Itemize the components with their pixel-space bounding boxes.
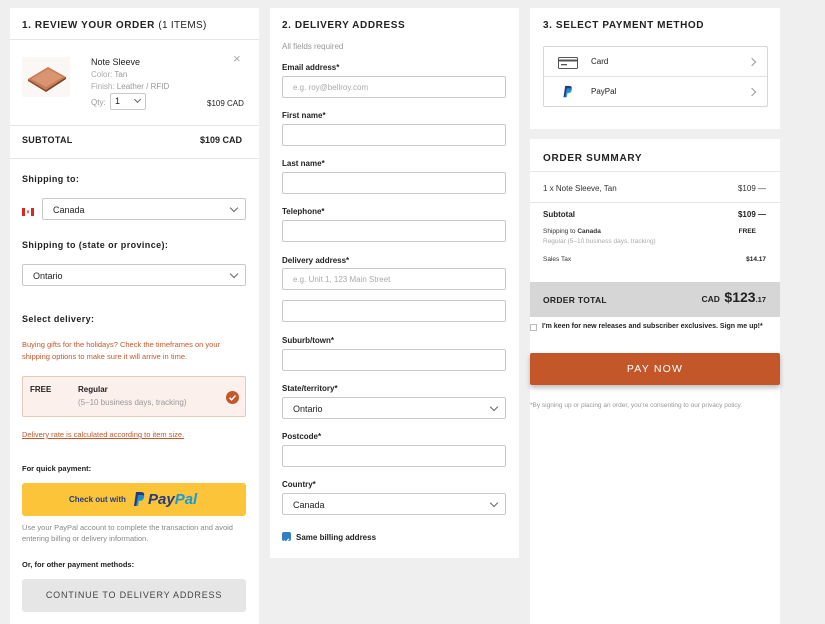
payment-method-panel: 3. SELECT PAYMENT METHOD Card PayPal (530, 8, 780, 129)
holiday-note: Buying gifts for the holidays? Check the… (22, 340, 221, 361)
qty-select[interactable]: 1 (110, 93, 146, 110)
product-price: $109 CAD (207, 99, 244, 108)
subtotal-value: $109 CAD (200, 135, 243, 145)
remove-item-icon[interactable]: × (233, 51, 241, 66)
chevron-right-icon (747, 57, 757, 67)
summary-heading: ORDER SUMMARY (543, 153, 643, 164)
items-count: (1 ITEMS) (158, 20, 207, 31)
delivery-heading: 2. DELIVERY ADDRESS (282, 20, 406, 31)
same-billing-checkbox[interactable] (282, 532, 291, 544)
paypal-wordmark: PayPal (148, 491, 198, 508)
summary-shipping-label: Shipping to Canada (543, 228, 601, 235)
quick-payment-label: For quick payment: (22, 464, 92, 473)
payment-methods-list: Card PayPal (543, 46, 768, 107)
shipping-to-label: Shipping to: (22, 174, 80, 184)
product-finish: Finish: Leather / RFID (91, 82, 170, 91)
email-label: Email address* (282, 63, 340, 72)
product-thumbnail (22, 57, 70, 97)
payment-heading: 3. SELECT PAYMENT METHOD (543, 20, 705, 31)
address-label: Delivery address* (282, 256, 350, 265)
review-heading: 1. REVIEW YOUR ORDER (1 ITEMS) (22, 20, 207, 31)
summary-shipping-detail: Regular (5–10 business days, tracking) (543, 238, 656, 245)
delivery-option-detail: (5–10 business days, tracking) (78, 398, 187, 407)
delivery-option-name: Regular (78, 385, 108, 394)
order-total-label: ORDER TOTAL (543, 295, 607, 305)
shipping-country-select[interactable]: Canada (42, 198, 246, 220)
telephone-label: Telephone* (282, 207, 325, 216)
delivery-option-regular[interactable]: FREE Regular (5–10 business days, tracki… (22, 376, 246, 417)
other-methods-label: Or, for other payment methods: (22, 560, 135, 569)
shipping-state-select[interactable]: Ontario (22, 264, 246, 286)
same-billing-label: Same billing address (296, 533, 377, 542)
country-label: Country* (282, 480, 316, 489)
paypal-p-icon (134, 491, 145, 507)
state-label: State/territory* (282, 384, 338, 393)
pay-now-button[interactable]: PAY NOW (530, 353, 780, 385)
postcode-label: Postcode* (282, 432, 322, 441)
summary-shipping-value: FREE (738, 228, 756, 235)
delivery-option-price: FREE (30, 385, 52, 394)
qty-label: Qty: (91, 98, 106, 107)
postcode-field[interactable] (282, 445, 506, 467)
newsletter-checkbox[interactable] (530, 324, 537, 331)
paypal-note: Use your PayPal account to complete the … (22, 523, 233, 543)
email-field[interactable]: e.g. roy@bellroy.com (282, 76, 506, 98)
shipping-state-label: Shipping to (state or province): (22, 240, 169, 250)
select-delivery-label: Select delivery: (22, 314, 95, 324)
subtotal-label: SUBTOTAL (22, 135, 73, 145)
newsletter-label: I'm keen for new releases and subscriber… (542, 323, 763, 330)
continue-to-delivery-button[interactable]: CONTINUE TO DELIVERY ADDRESS (22, 579, 246, 612)
summary-line-item-price: $109 — (737, 184, 766, 193)
review-heading-text: 1. REVIEW YOUR ORDER (22, 20, 155, 31)
summary-tax-label: Sales Tax (543, 256, 572, 263)
first-name-label: First name* (282, 111, 326, 120)
payment-method-paypal[interactable]: PayPal (544, 77, 767, 107)
order-total-value: CAD $123.17 (701, 289, 766, 305)
state-select[interactable]: Ontario (282, 397, 506, 419)
paypal-checkout-button[interactable]: Check out with PayPal (22, 483, 246, 516)
first-name-field[interactable] (282, 124, 506, 146)
paypal-checkout-prefix: Check out with (69, 495, 126, 504)
selected-check-icon (226, 391, 239, 404)
last-name-field[interactable] (282, 172, 506, 194)
last-name-label: Last name* (282, 159, 325, 168)
paypal-icon (563, 85, 573, 98)
canada-flag-icon (22, 203, 34, 216)
summary-subtotal-label: Subtotal (543, 210, 575, 219)
required-note: All fields required (282, 42, 344, 51)
address-line2-field[interactable] (282, 300, 506, 322)
summary-subtotal-value: $109 — (737, 210, 766, 219)
summary-tax-value: $14.17 (746, 256, 766, 263)
product-color: Color: Tan (91, 70, 128, 79)
note-sleeve-image (22, 57, 70, 97)
delivery-rate-link[interactable]: Delivery rate is calculated according to… (22, 430, 184, 439)
delivery-address-panel: 2. DELIVERY ADDRESS All fields required … (270, 8, 519, 558)
consent-note: *By signing up or placing an order, you'… (530, 402, 743, 409)
payment-method-card[interactable]: Card (544, 47, 767, 77)
payment-method-paypal-label: PayPal (591, 87, 617, 96)
payment-method-card-label: Card (591, 57, 609, 66)
order-total-bar: ORDER TOTAL CAD $123.17 (530, 282, 780, 317)
review-order-panel: 1. REVIEW YOUR ORDER (1 ITEMS) Note Slee… (10, 8, 259, 624)
telephone-field[interactable] (282, 220, 506, 242)
suburb-field[interactable] (282, 349, 506, 371)
card-icon (558, 56, 578, 69)
chevron-right-icon (747, 87, 757, 97)
product-name: Note Sleeve (91, 57, 141, 67)
country-select[interactable]: Canada (282, 493, 506, 515)
suburb-label: Suburb/town* (282, 336, 334, 345)
address-line1-field[interactable]: e.g. Unit 1, 123 Main Street (282, 268, 506, 290)
summary-line-item: 1 x Note Sleeve, Tan (543, 184, 617, 193)
